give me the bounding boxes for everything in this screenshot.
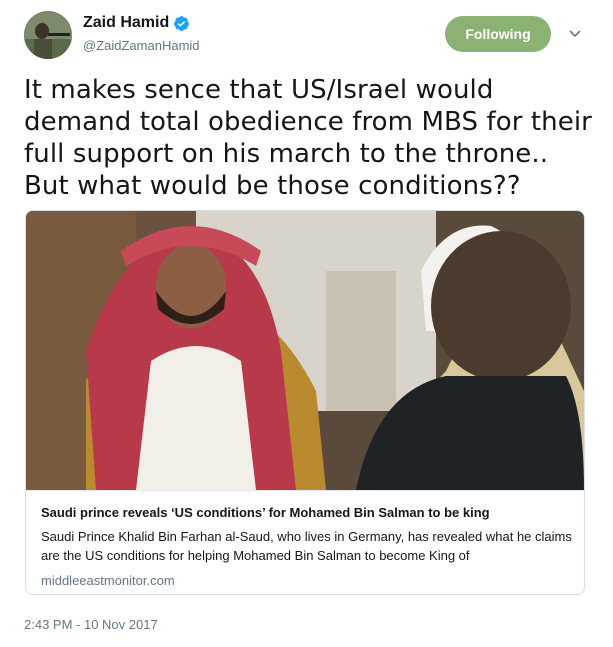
card-domain[interactable]: middleeastmonitor.com xyxy=(41,573,175,588)
author-handle[interactable]: @ZaidZamanHamid xyxy=(83,38,200,53)
author-name[interactable]: Zaid Hamid xyxy=(83,14,169,32)
card-image[interactable] xyxy=(26,211,584,490)
author-name-row: Zaid Hamid xyxy=(83,14,190,32)
tweet-text: It makes sence that US/Israel would dema… xyxy=(24,75,592,201)
chevron-down-icon[interactable] xyxy=(568,27,582,41)
verified-badge-icon xyxy=(173,15,190,32)
tweet-timestamp[interactable]: 2:43 PM - 10 Nov 2017 xyxy=(24,617,158,632)
link-card[interactable]: Saudi prince reveals ‘US conditions’ for… xyxy=(25,210,585,595)
avatar[interactable] xyxy=(24,11,72,59)
card-body[interactable]: Saudi prince reveals ‘US conditions’ for… xyxy=(26,490,584,594)
following-button[interactable]: Following xyxy=(445,16,551,52)
card-description: Saudi Prince Khalid Bin Farhan al-Saud, … xyxy=(41,529,572,563)
card-title[interactable]: Saudi prince reveals ‘US conditions’ for… xyxy=(41,505,490,520)
